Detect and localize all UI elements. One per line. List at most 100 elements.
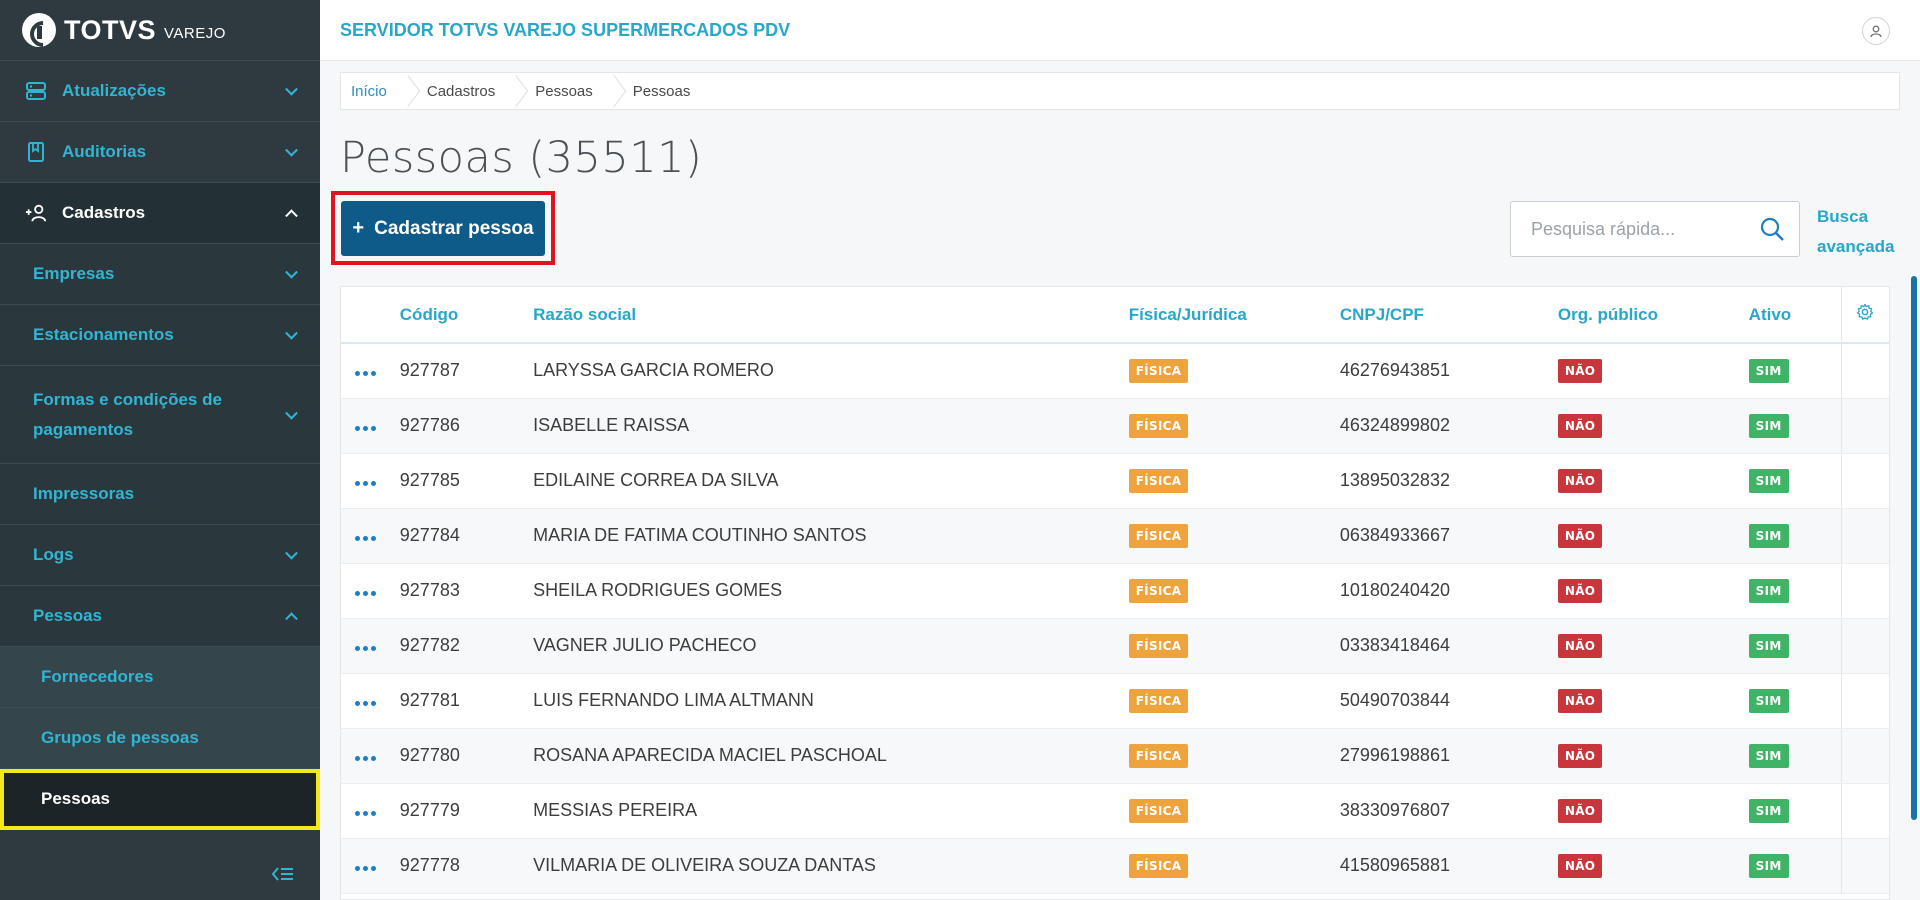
cell-razao-social: MESSIAS PEREIRA bbox=[533, 783, 1129, 839]
more-dots-icon[interactable] bbox=[355, 811, 376, 816]
cell-empty bbox=[1840, 783, 1889, 839]
collapse-menu-icon[interactable] bbox=[271, 864, 295, 884]
header-cnpj-cpf[interactable]: CNPJ/CPF bbox=[1339, 287, 1558, 344]
table-row[interactable]: 927780 ROSANA APARECIDA MACIEL PASCHOAL FÍ… bbox=[341, 728, 1889, 784]
cell-empty bbox=[1840, 343, 1889, 399]
row-actions[interactable] bbox=[341, 783, 400, 839]
sidebar-item-grupos-pessoas[interactable]: Grupos de pessoas bbox=[0, 708, 320, 769]
add-person-button[interactable]: + Cadastrar pessoa bbox=[341, 201, 545, 256]
sidebar-item-fornecedores[interactable]: Fornecedores bbox=[0, 647, 320, 708]
more-dots-icon[interactable] bbox=[355, 426, 376, 431]
advanced-search-link[interactable]: Busca avançada bbox=[1817, 202, 1917, 262]
search-icon[interactable] bbox=[1759, 216, 1785, 247]
header-razao-social[interactable]: Razão social bbox=[533, 287, 1129, 344]
page-title: Pessoas (35511) bbox=[340, 133, 703, 183]
row-actions[interactable] bbox=[341, 508, 400, 564]
user-icon[interactable] bbox=[1862, 17, 1890, 45]
tag-sim: SIM bbox=[1748, 798, 1789, 823]
gear-icon[interactable] bbox=[1840, 287, 1889, 344]
tag-fisica: FÍSICA bbox=[1128, 688, 1189, 713]
cell-tipo: FÍSICA bbox=[1128, 838, 1340, 894]
tag-sim: SIM bbox=[1748, 358, 1789, 383]
sidebar-item-empresas[interactable]: Empresas bbox=[0, 244, 320, 305]
scrollbar[interactable] bbox=[1911, 276, 1917, 820]
quick-search bbox=[1510, 201, 1800, 257]
cell-tipo: FÍSICA bbox=[1128, 398, 1340, 454]
header-org-publico[interactable]: Org. público bbox=[1557, 287, 1749, 344]
cell-codigo: 927785 bbox=[399, 453, 534, 509]
chevron-down-icon bbox=[285, 82, 298, 96]
header-actions bbox=[341, 287, 400, 344]
tag-fisica: FÍSICA bbox=[1128, 358, 1189, 383]
more-dots-icon[interactable] bbox=[355, 536, 376, 541]
tag-nao: NÃO bbox=[1557, 798, 1603, 823]
cell-org-publico: NÃO bbox=[1557, 343, 1749, 399]
cell-razao-social: ROSANA APARECIDA MACIEL PASCHOAL bbox=[533, 728, 1129, 784]
table-row[interactable]: 927785 EDILAINE CORREA DA SILVA FÍSICA 1389… bbox=[341, 453, 1889, 509]
more-dots-icon[interactable] bbox=[355, 371, 376, 377]
tag-sim: SIM bbox=[1748, 633, 1789, 658]
table-row[interactable]: 927787 LARYSSA GARCIA ROMERO FÍSICA 4627694… bbox=[341, 343, 1889, 399]
row-actions[interactable] bbox=[341, 398, 400, 454]
header-codigo[interactable]: Código bbox=[399, 287, 534, 344]
sidebar-item-auditorias[interactable]: Auditorias bbox=[0, 122, 320, 183]
sidebar-item-estacionamentos[interactable]: Estacionamentos bbox=[0, 305, 320, 366]
sidebar-item-label: Impressoras bbox=[33, 484, 135, 503]
more-dots-icon[interactable] bbox=[355, 481, 376, 486]
cell-cnpj-cpf: 46324899802 bbox=[1339, 398, 1558, 454]
tag-fisica: FÍSICA bbox=[1128, 633, 1189, 658]
cell-org-publico: NÃO bbox=[1557, 618, 1749, 674]
table-row[interactable]: 927778 VILMARIA DE OLIVEIRA SOUZA DANTAS F… bbox=[341, 838, 1889, 894]
logo[interactable]: TOTVS VAREJO bbox=[0, 0, 320, 61]
row-actions[interactable] bbox=[341, 563, 400, 619]
cell-ativo: SIM bbox=[1748, 398, 1842, 454]
header-ativo[interactable]: Ativo bbox=[1748, 287, 1842, 344]
add-person-label: Cadastrar pessoa bbox=[374, 217, 534, 239]
row-actions[interactable] bbox=[341, 673, 400, 729]
search-input[interactable] bbox=[1531, 218, 1751, 240]
table-row[interactable]: 927783 SHEILA RODRIGUES GOMES FÍSICA 101802… bbox=[341, 563, 1889, 619]
more-dots-icon[interactable] bbox=[355, 591, 376, 596]
brand-name: TOTVS bbox=[64, 14, 157, 45]
breadcrumb: Início Cadastros Pessoas Pessoas bbox=[340, 72, 1900, 110]
sidebar-item-label: Pessoas bbox=[33, 606, 102, 625]
tag-nao: NÃO bbox=[1557, 633, 1603, 658]
cell-razao-social: LARYSSA GARCIA ROMERO bbox=[533, 343, 1129, 399]
breadcrumb-separator bbox=[607, 72, 619, 110]
sidebar-item-pessoas-group[interactable]: Pessoas bbox=[0, 586, 320, 647]
tag-nao: NÃO bbox=[1557, 358, 1603, 383]
row-actions[interactable] bbox=[341, 728, 400, 784]
cell-cnpj-cpf: 13895032832 bbox=[1339, 453, 1558, 509]
more-dots-icon[interactable] bbox=[355, 756, 376, 761]
sidebar-item-formas-pagamento[interactable]: Formas e condições de pagamentos bbox=[0, 366, 320, 464]
row-actions[interactable] bbox=[341, 838, 400, 894]
more-dots-icon[interactable] bbox=[355, 701, 376, 706]
breadcrumb-inicio[interactable]: Início bbox=[351, 83, 387, 100]
sidebar-item-logs[interactable]: Logs bbox=[0, 525, 320, 586]
header-fisica-juridica[interactable]: Física/Jurídica bbox=[1128, 287, 1340, 344]
table-row[interactable]: 927781 LUIS FERNANDO LIMA ALTMANN FÍSICA 50… bbox=[341, 673, 1889, 729]
row-actions[interactable] bbox=[341, 618, 400, 674]
chevron-down-icon bbox=[285, 143, 298, 157]
cell-ativo: SIM bbox=[1748, 728, 1842, 784]
sidebar-item-pessoas[interactable]: Pessoas bbox=[0, 769, 320, 830]
more-dots-icon[interactable] bbox=[355, 646, 376, 651]
cell-cnpj-cpf: 38330976807 bbox=[1339, 783, 1558, 839]
cell-tipo: FÍSICA bbox=[1128, 728, 1340, 784]
table-row[interactable]: 927782 VAGNER JULIO PACHECO FÍSICA 03383418… bbox=[341, 618, 1889, 674]
more-dots-icon[interactable] bbox=[355, 866, 376, 871]
row-actions[interactable] bbox=[341, 343, 400, 399]
tag-sim: SIM bbox=[1748, 468, 1789, 493]
cell-tipo: FÍSICA bbox=[1128, 453, 1340, 509]
cell-codigo: 927779 bbox=[399, 783, 534, 839]
table-row[interactable]: 927786 ISABELLE RAISSA FÍSICA 46324899802 NÃ… bbox=[341, 398, 1889, 454]
table-row[interactable]: 927784 MARIA DE FATIMA COUTINHO SANTOS FÍS… bbox=[341, 508, 1889, 564]
sidebar-item-label: Grupos de pessoas bbox=[41, 728, 199, 747]
sidebar-item-cadastros[interactable]: Cadastros bbox=[0, 183, 320, 244]
sidebar-item-impressoras[interactable]: Impressoras bbox=[0, 464, 320, 525]
table-row[interactable]: 927779 MESSIAS PEREIRA FÍSICA 38330976807 NÃ… bbox=[341, 783, 1889, 839]
tag-fisica: FÍSICA bbox=[1128, 523, 1189, 548]
cell-ativo: SIM bbox=[1748, 783, 1842, 839]
row-actions[interactable] bbox=[341, 453, 400, 509]
sidebar-item-atualizacoes[interactable]: Atualizações bbox=[0, 61, 320, 122]
